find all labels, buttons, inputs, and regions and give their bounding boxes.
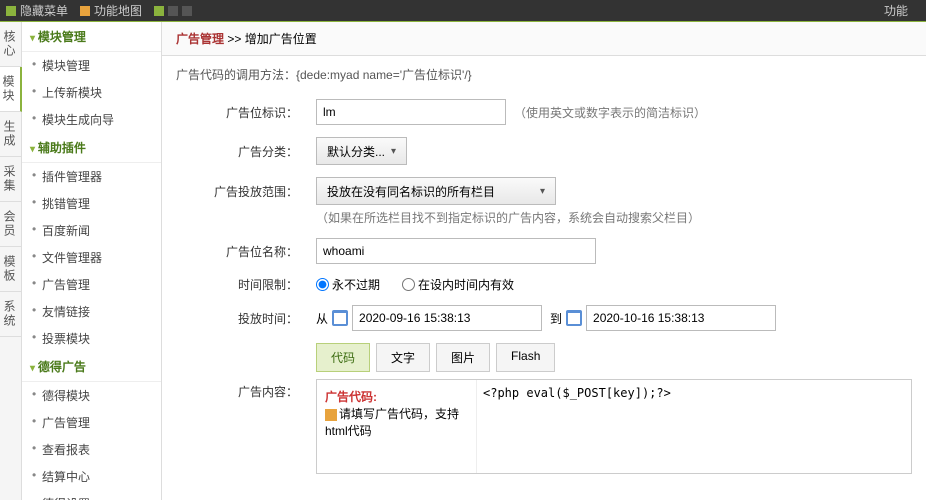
calendar-icon[interactable] (332, 310, 348, 326)
content-tab-1[interactable]: 文字 (376, 343, 430, 372)
sidebar-item-1-4[interactable]: 广告管理 (22, 271, 161, 298)
sidebar-section-1[interactable]: 辅助插件 (22, 133, 161, 163)
label-content: 广告内容： (176, 343, 316, 400)
label-name: 广告位名称： (176, 243, 316, 260)
code-panel: 广告代码: 请填写广告代码，支持html代码 (316, 379, 912, 474)
ad-cat-select[interactable]: 默认分类... ▾ (316, 137, 407, 165)
sidebar-section-0[interactable]: 模块管理 (22, 22, 161, 52)
radio-period-valid[interactable]: 在设内时间内有效 (402, 276, 514, 293)
ad-name-input[interactable] (316, 238, 596, 264)
square-icon (6, 6, 16, 16)
radio-period-label: 在设内时间内有效 (418, 276, 514, 293)
sidebar: 模块管理模块管理上传新模块模块生成向导辅助插件插件管理器挑错管理百度新闻文件管理… (22, 22, 162, 500)
content-tabs: 代码文字图片Flash (316, 343, 912, 372)
sidebar-item-2-0[interactable]: 德得模块 (22, 382, 161, 409)
breadcrumb-current: 增加广告位置 (245, 32, 317, 46)
code-hint-title: 广告代码: (325, 390, 377, 404)
from-prefix: 从 (316, 310, 328, 327)
sidebar-item-0-2[interactable]: 模块生成向导 (22, 106, 161, 133)
radio-never-label: 永不过期 (332, 276, 380, 293)
sidebar-item-1-5[interactable]: 友情链接 (22, 298, 161, 325)
sidebar-item-0-0[interactable]: 模块管理 (22, 52, 161, 79)
label-scope: 广告投放范围： (176, 177, 316, 200)
topbar-hide-menu[interactable]: 隐藏菜单 (6, 2, 68, 19)
ad-id-input[interactable] (316, 99, 506, 125)
sidebar-item-1-3[interactable]: 文件管理器 (22, 244, 161, 271)
topbar-right-button[interactable]: 功能 (884, 2, 908, 19)
code-hint-text: 请填写广告代码，支持html代码 (325, 407, 459, 438)
scope-select[interactable]: 投放在没有同名标识的所有栏目 ▾ (316, 177, 556, 205)
content-tab-0[interactable]: 代码 (316, 343, 370, 372)
code-hint: 广告代码: 请填写广告代码，支持html代码 (317, 380, 477, 473)
topbar-hide-menu-label: 隐藏菜单 (20, 2, 68, 19)
topbar-right-label: 功能 (884, 2, 908, 19)
usage-hint: 广告代码的调用方法：{dede:myad name='广告位标识'/} (162, 56, 926, 93)
radio-never-input[interactable] (316, 278, 329, 291)
breadcrumb-sep: >> (224, 32, 245, 46)
sidebar-item-1-0[interactable]: 插件管理器 (22, 163, 161, 190)
topbar-func-map[interactable]: 功能地图 (80, 2, 142, 19)
chevron-down-icon: ▾ (540, 186, 545, 197)
ad-code-textarea[interactable] (477, 380, 911, 470)
scope-select-label: 投放在没有同名标识的所有栏目 (327, 183, 495, 200)
radio-never-expire[interactable]: 永不过期 (316, 276, 380, 293)
vtab-5[interactable]: 模板 (0, 247, 21, 292)
sidebar-item-2-1[interactable]: 广告管理 (22, 409, 161, 436)
date-to-input[interactable] (586, 305, 776, 331)
row-content: 广告内容： 代码文字图片Flash 广告代码: 请填写广告代码，支持html代码 (176, 337, 912, 480)
sidebar-section-2[interactable]: 德得广告 (22, 352, 161, 382)
square-icon[interactable] (168, 6, 178, 16)
to-prefix: 到 (550, 310, 562, 327)
vtab-3[interactable]: 采集 (0, 157, 21, 202)
chevron-down-icon: ▾ (391, 146, 396, 157)
vtab-6[interactable]: 系统 (0, 292, 21, 337)
square-icon[interactable] (154, 6, 164, 16)
radio-period-input[interactable] (402, 278, 415, 291)
row-scope: 广告投放范围： 投放在没有同名标识的所有栏目 ▾ （如果在所选栏目找不到指定标识… (176, 171, 912, 232)
square-icon[interactable] (182, 6, 192, 16)
sidebar-item-2-4[interactable]: 德得设置 (22, 490, 161, 500)
topbar-func-map-label: 功能地图 (94, 2, 142, 19)
ad-id-helper: （使用英文或数字表示的简洁标识） (514, 104, 706, 121)
date-from-group: 从 (316, 305, 542, 331)
sidebar-item-1-6[interactable]: 投票模块 (22, 325, 161, 352)
content-tab-2[interactable]: 图片 (436, 343, 490, 372)
row-ad-id: 广告位标识： （使用英文或数字表示的简洁标识） (176, 93, 912, 131)
label-ad-cat: 广告分类： (176, 143, 316, 160)
layout: 核心模块生成采集会员模板系统 模块管理模块管理上传新模块模块生成向导辅助插件插件… (0, 22, 926, 500)
row-name: 广告位名称： (176, 232, 912, 270)
content-tab-3[interactable]: Flash (496, 343, 555, 372)
sidebar-item-0-1[interactable]: 上传新模块 (22, 79, 161, 106)
vtab-1[interactable]: 模块 (0, 67, 22, 112)
topbar: 隐藏菜单 功能地图 功能 (0, 0, 926, 22)
vtab-0[interactable]: 核心 (0, 22, 21, 67)
label-period: 投放时间： (176, 310, 316, 327)
sidebar-item-2-3[interactable]: 结算中心 (22, 463, 161, 490)
breadcrumb-root[interactable]: 广告管理 (176, 32, 224, 46)
vtab-2[interactable]: 生成 (0, 112, 21, 157)
calendar-icon[interactable] (566, 310, 582, 326)
label-ad-id: 广告位标识： (176, 104, 316, 121)
main-content: 广告管理 >> 增加广告位置 广告代码的调用方法：{dede:myad name… (162, 22, 926, 500)
ad-form: 广告位标识： （使用英文或数字表示的简洁标识） 广告分类： 默认分类... ▾ … (162, 93, 926, 500)
row-ad-cat: 广告分类： 默认分类... ▾ (176, 131, 912, 171)
vtab-4[interactable]: 会员 (0, 202, 21, 247)
note-icon (325, 409, 337, 421)
row-period: 投放时间： 从 到 (176, 299, 912, 337)
square-icon (80, 6, 90, 16)
date-to-group: 到 (550, 305, 776, 331)
ad-cat-select-label: 默认分类... (327, 143, 385, 160)
sidebar-item-1-1[interactable]: 挑错管理 (22, 190, 161, 217)
vertical-tabs: 核心模块生成采集会员模板系统 (0, 22, 22, 500)
sidebar-item-2-2[interactable]: 查看报表 (22, 436, 161, 463)
scope-helper: （如果在所选栏目找不到指定标识的广告内容，系统会自动搜索父栏目） (316, 209, 700, 226)
date-from-input[interactable] (352, 305, 542, 331)
sidebar-item-1-2[interactable]: 百度新闻 (22, 217, 161, 244)
label-time-limit: 时间限制： (176, 276, 316, 293)
row-time-limit: 时间限制： 永不过期 在设内时间内有效 (176, 270, 912, 299)
breadcrumb: 广告管理 >> 增加广告位置 (162, 22, 926, 56)
